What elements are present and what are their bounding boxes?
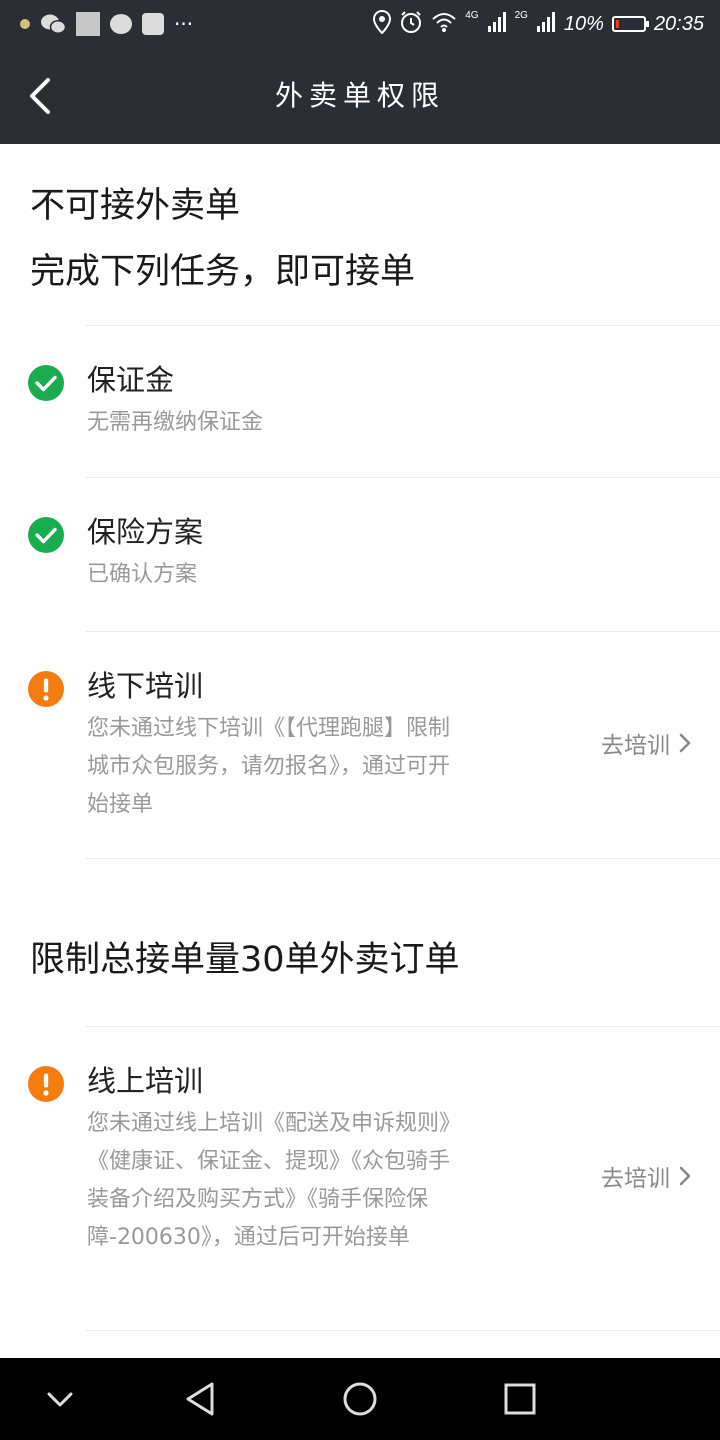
task-description: 已确认方案	[87, 562, 198, 587]
battery-level	[615, 20, 619, 28]
heading-line-2: 完成下列任务，即可接单	[30, 252, 416, 292]
divider	[86, 858, 720, 859]
title-bar: 外卖单权限	[0, 48, 720, 144]
page-title: 外卖单权限	[274, 79, 445, 112]
system-nav-bar	[0, 1358, 720, 1440]
notification-icons: ···	[20, 10, 193, 38]
app-notification-icon	[76, 12, 100, 36]
heading-line-1: 不可接外卖单	[30, 186, 241, 226]
divider	[86, 477, 720, 478]
go-training-button[interactable]: 去培训	[601, 1157, 692, 1195]
signal-icon-1	[487, 11, 507, 37]
location-icon	[373, 9, 392, 38]
check-circle-icon	[28, 517, 64, 553]
status-bar: ··· 4G 2G 10% 20:35	[0, 0, 720, 48]
chevron-down-icon	[47, 1392, 73, 1407]
divider	[86, 1026, 720, 1027]
chevron-right-icon	[679, 733, 691, 753]
go-training-button[interactable]: 去培训	[601, 724, 692, 762]
system-status: 4G 2G 10% 20:35	[373, 9, 704, 38]
hide-nav-button[interactable]	[36, 1375, 84, 1423]
wechat-icon	[40, 13, 67, 35]
nav-recents-button[interactable]	[496, 1375, 544, 1423]
go-training-label: 去培训	[601, 733, 670, 759]
battery-percent: 10%	[563, 12, 604, 35]
nav-back-button[interactable]	[176, 1375, 224, 1423]
task-title: 保险方案	[87, 515, 204, 549]
task-title: 线下培训	[87, 669, 204, 703]
task-description: 您未通过线下培训《【代理跑腿】限制城市众包服务，请勿报名》，通过可开始接单	[87, 716, 451, 817]
notification-dot-icon	[20, 19, 30, 29]
task-title: 线上培训	[87, 1064, 204, 1098]
go-training-label: 去培训	[601, 1166, 670, 1192]
limit-heading: 限制总接单量30单外卖订单	[30, 940, 460, 980]
task-description: 无需再缴纳保证金	[87, 410, 264, 435]
wifi-icon	[431, 11, 457, 37]
divider	[86, 325, 720, 326]
alarm-icon	[399, 10, 423, 38]
signal-icon-2	[536, 11, 556, 37]
message-icon	[110, 14, 132, 34]
more-notifications-icon: ···	[174, 12, 194, 36]
divider	[86, 1330, 720, 1331]
huawei-icon	[142, 13, 164, 35]
check-circle-icon	[28, 365, 64, 401]
battery-icon	[611, 16, 649, 32]
triangle-back-icon	[186, 1382, 214, 1416]
exclamation-circle-icon	[28, 1066, 64, 1102]
divider	[86, 631, 720, 632]
network-2g-label: 2G	[514, 10, 528, 21]
nav-home-button[interactable]	[336, 1375, 384, 1423]
network-4g-label: 4G	[465, 10, 479, 21]
task-description: 您未通过线上培训《配送及申诉规则》《健康证、保证金、提现》《众包骑手装备介绍及购…	[87, 1111, 451, 1250]
exclamation-circle-icon	[28, 671, 64, 707]
clock: 20:35	[653, 12, 704, 35]
circle-home-icon	[343, 1382, 377, 1416]
section-heading: 不可接外卖单 完成下列任务，即可接单	[30, 184, 415, 294]
square-recents-icon	[504, 1383, 536, 1415]
chevron-right-icon	[679, 1166, 691, 1186]
task-title: 保证金	[87, 363, 175, 397]
